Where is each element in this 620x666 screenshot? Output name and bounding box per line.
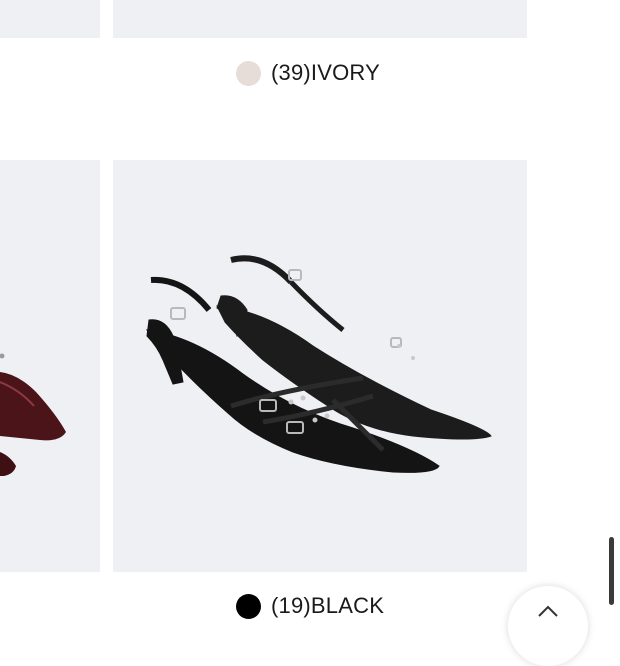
color-option-ivory[interactable]: (39)IVORY bbox=[236, 60, 380, 86]
color-label-ivory: (39)IVORY bbox=[271, 60, 380, 85]
back-to-top-button[interactable] bbox=[508, 586, 588, 666]
product-tile-ivory[interactable] bbox=[113, 0, 527, 38]
scrollbar-thumb[interactable] bbox=[609, 537, 614, 605]
black-shoe-image bbox=[145, 255, 492, 473]
color-option-black[interactable]: (19)BLACK bbox=[236, 593, 384, 619]
product-tile-top-left[interactable] bbox=[0, 0, 100, 38]
ivory-swatch-icon bbox=[236, 60, 261, 86]
product-tile-burgundy[interactable] bbox=[0, 160, 100, 572]
black-swatch-icon bbox=[236, 593, 261, 619]
product-tile-black[interactable] bbox=[113, 160, 527, 572]
burgundy-shoe-image bbox=[0, 353, 66, 476]
arrow-up-icon bbox=[538, 605, 558, 617]
color-label-black: (19)BLACK bbox=[271, 593, 385, 618]
